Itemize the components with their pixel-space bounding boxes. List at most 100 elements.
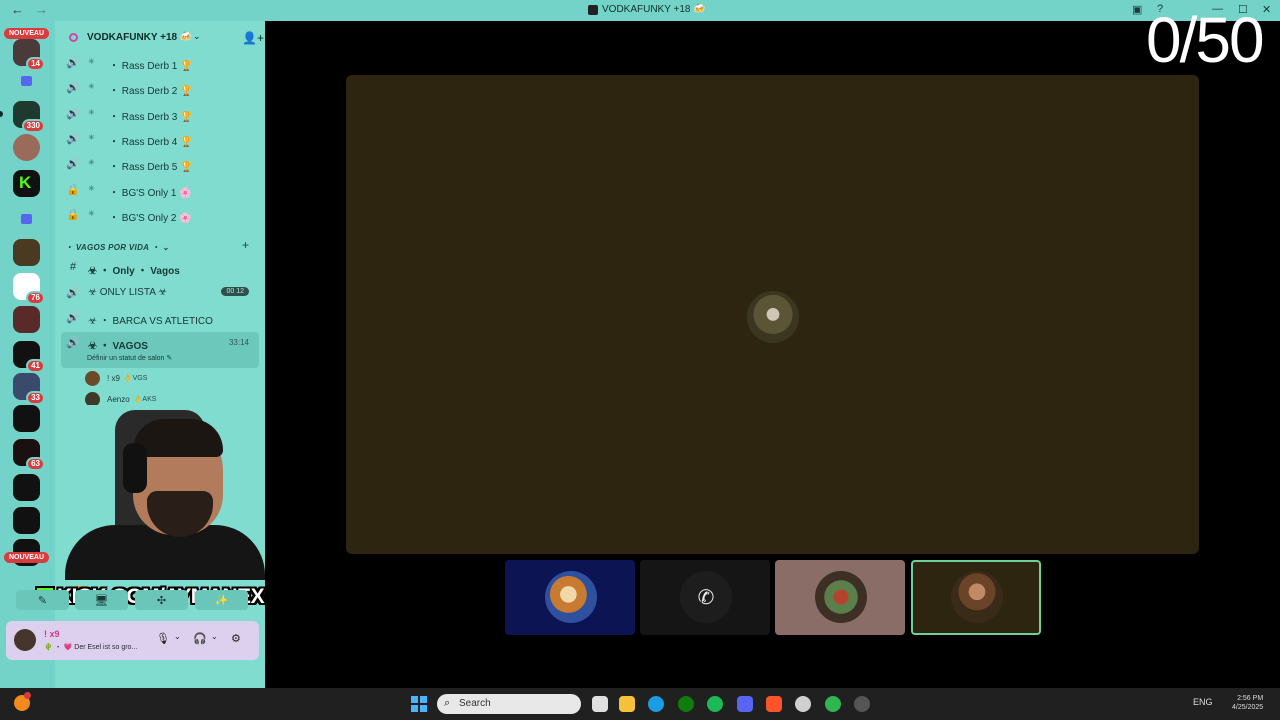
search-box[interactable]: ⌕ Search	[437, 694, 581, 714]
channel-item[interactable]: 🔒 ✳ ・ BG'S Only 2 🌸	[61, 204, 259, 226]
server-icon[interactable]	[13, 474, 40, 501]
participant-tile[interactable]	[505, 560, 635, 635]
server-icon[interactable]: 63	[13, 439, 45, 471]
obs-icon[interactable]	[854, 696, 870, 712]
close-icon[interactable]: ✕	[1262, 3, 1271, 16]
voice-channel-status[interactable]: Définir un statut de salon ✎	[87, 354, 172, 362]
xbox-icon[interactable]	[678, 696, 694, 712]
voice-timer: 33:14	[228, 338, 249, 347]
participant-avatar	[951, 571, 1003, 623]
star-icon: ✳	[88, 208, 95, 218]
title-bar: ← → VODKAFUNKY +18 🍻 ▣ ? — ☐ ✕	[0, 0, 1280, 21]
channel-label: ☣ ・ Only ・ Vagos	[88, 266, 180, 277]
star-icon: ✳	[88, 183, 95, 193]
star-icon: ✳	[88, 82, 95, 92]
channel-item[interactable]: 🔊 ☣ ONLY LISTA ☣ 00 12	[61, 282, 259, 304]
server-icon[interactable]: 330	[13, 101, 45, 133]
edge-icon[interactable]	[648, 696, 664, 712]
speaker-icon: 🔊	[66, 312, 80, 324]
brave-icon[interactable]	[766, 696, 782, 712]
kick-server-icon[interactable]: K	[13, 170, 40, 197]
folder-icon[interactable]	[21, 214, 32, 224]
avatar[interactable]	[14, 629, 36, 651]
settings-gear-icon[interactable]: ⚙	[231, 632, 241, 645]
soundboard-button[interactable]: ✨	[195, 590, 248, 610]
channel-label: ☣ ・ BARCA VS ATLETICO	[88, 316, 213, 327]
server-icon[interactable]	[13, 507, 40, 534]
create-channel-icon[interactable]: +	[242, 238, 249, 252]
server-icon[interactable]	[13, 405, 40, 432]
window-title-text: VODKAFUNKY +18 🍻	[602, 4, 706, 15]
task-view-icon[interactable]	[592, 696, 608, 712]
back-arrow-icon[interactable]: ←	[11, 2, 24, 17]
participant-tile-selected[interactable]	[911, 560, 1041, 635]
stream-counter: 0/50	[1146, 4, 1265, 76]
channel-item[interactable]: 🔊 ☣ ・ BARCA VS ATLETICO	[61, 307, 259, 329]
speaker-icon: 🔊	[66, 82, 80, 95]
microphone-icon[interactable]: 🎙	[156, 632, 170, 645]
windows-taskbar: ⌕ Search ENG 2:56 PM 4/25/2025	[0, 688, 1280, 720]
chevron-down-icon[interactable]: ⌄	[174, 632, 181, 641]
forward-arrow-icon[interactable]: →	[35, 2, 48, 17]
spotify-icon[interactable]	[707, 696, 723, 712]
participant-tile[interactable]: ✆	[640, 560, 770, 635]
participant-tile[interactable]	[775, 560, 905, 635]
activities-button[interactable]: ✣	[135, 590, 188, 610]
clock-date: 4/25/2025	[1232, 704, 1264, 711]
server-icon[interactable]	[13, 306, 40, 333]
speaker-icon: 🔊	[66, 107, 80, 120]
lock-icon: 🔒	[66, 208, 80, 221]
avatar	[85, 370, 100, 386]
channel-label: ・ Rass Derb 4 🏆	[109, 136, 193, 148]
speaker-icon: 🔊	[66, 132, 80, 145]
voice-member[interactable]: ! x9 👌VGS	[85, 370, 147, 386]
channel-item[interactable]: 🔒 ✳ ・ BG'S Only 1 🌸	[61, 179, 259, 201]
speaker-icon: 🔊	[66, 57, 80, 69]
inbox-icon[interactable]: ▣	[1132, 3, 1142, 16]
channel-item[interactable]: 🔊 ✳ ・ Rass Derb 4 🏆	[61, 128, 259, 150]
server-icon[interactable]: 33	[13, 373, 45, 405]
server-icon[interactable]: 14	[13, 39, 45, 71]
star-icon: ✳	[88, 57, 95, 66]
channel-label: ・ BG'S Only 1 🌸	[109, 187, 192, 199]
app-icon[interactable]	[825, 696, 841, 712]
channel-item[interactable]: 🔊 ✳ ・ Rass Derb 2 🏆	[61, 77, 259, 99]
unread-pill	[0, 111, 3, 117]
channel-item[interactable]: 🔊 ✳ ・ Rass Derb 5 🏆	[61, 153, 259, 175]
camera-off-button[interactable]: ✎	[16, 590, 69, 610]
chevron-down-icon[interactable]: ⌄	[193, 31, 201, 42]
file-explorer-icon[interactable]	[619, 696, 635, 712]
channel-item[interactable]: # ☣ ・ Only ・ Vagos	[61, 257, 259, 279]
system-clock[interactable]: 2:56 PM 4/25/2025	[1232, 694, 1263, 712]
invite-people-icon[interactable]: 👤+	[242, 31, 264, 45]
server-icon[interactable]	[13, 134, 40, 161]
guild-boost-icon	[69, 33, 78, 42]
new-badge: NOUVEAU	[4, 552, 50, 563]
folder-icon[interactable]	[21, 76, 32, 86]
discord-icon[interactable]	[737, 696, 753, 712]
steam-icon[interactable]	[795, 696, 811, 712]
custom-status: 🌵 ・ 💗 Der Esel ist so gro...	[44, 644, 138, 651]
member-name: Aenzo	[107, 394, 130, 404]
headset-icon[interactable]: 🎧	[193, 632, 207, 645]
chevron-down-icon[interactable]: ⌄	[211, 632, 218, 641]
screen-share-button[interactable]: 🖥	[75, 590, 128, 610]
mention-badge: 33	[26, 391, 45, 405]
streamer-webcam	[55, 405, 265, 580]
channel-item[interactable]: 🔊 ✳ ・ Rass Derb 3 🏆	[61, 103, 259, 125]
start-button[interactable]	[411, 696, 427, 712]
speaker-icon: 🔊	[66, 337, 80, 349]
hashtag-icon: #	[69, 261, 77, 273]
language-indicator[interactable]: ENG	[1193, 697, 1213, 707]
new-badge: NOUVEAU	[4, 28, 50, 39]
channel-item[interactable]: 🔊 ✳ ・ Rass Derb 1 🏆	[61, 52, 259, 74]
category-vagos-por-vida[interactable]: ・ VAGOS POR VIDA ・ ⌄	[65, 242, 169, 253]
username[interactable]: ! x9	[44, 629, 60, 639]
guild-header[interactable]: VODKAFUNKY +18 🍻 ⌄ 👤+	[55, 21, 265, 55]
server-icon[interactable]	[13, 239, 40, 266]
server-icon[interactable]: 76	[13, 273, 45, 305]
member-name: ! x9	[107, 373, 120, 383]
server-icon[interactable]: 41	[13, 341, 45, 373]
channel-item-active[interactable]: 🔊 ☣ ・ VAGOS 33:14	[61, 332, 259, 368]
participant-avatar	[747, 291, 799, 343]
